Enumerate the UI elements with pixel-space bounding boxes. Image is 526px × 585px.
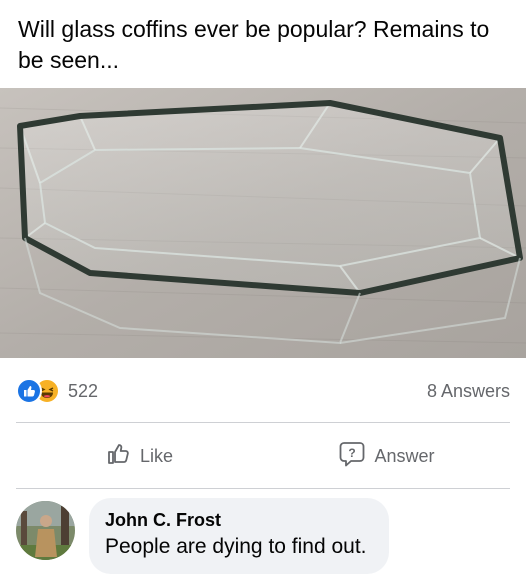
- reaction-count: 522: [68, 380, 99, 401]
- question-bubble-icon: ?: [338, 440, 366, 473]
- comment-text: People are dying to find out.: [105, 535, 367, 558]
- svg-text:?: ?: [349, 446, 356, 460]
- like-button-label: Like: [139, 445, 174, 466]
- answer-button[interactable]: ? Answer: [263, 440, 510, 473]
- commenter-name[interactable]: John C. Frost: [105, 508, 367, 532]
- comment-bubble: John C. Frost People are dying to find o…: [89, 498, 389, 574]
- post-text: Will glass coffins ever be popular? Rema…: [18, 16, 490, 73]
- action-buttons-row: Like ? Answer: [16, 428, 510, 484]
- divider-top: [16, 422, 510, 423]
- thumbs-up-icon: [106, 441, 132, 472]
- reaction-stats-row: 522 8 Answers: [16, 374, 510, 408]
- answer-button-label: Answer: [374, 445, 435, 466]
- post-photo[interactable]: [0, 88, 526, 358]
- divider-bottom: [16, 488, 510, 489]
- glass-coffin-image: [0, 88, 526, 358]
- reactions-summary[interactable]: 522: [16, 378, 98, 404]
- answers-count[interactable]: 8 Answers: [427, 381, 510, 402]
- like-reaction-icon: [16, 378, 42, 404]
- like-button[interactable]: Like: [16, 441, 263, 472]
- avatar[interactable]: [16, 501, 75, 560]
- comment: John C. Frost People are dying to find o…: [16, 498, 389, 574]
